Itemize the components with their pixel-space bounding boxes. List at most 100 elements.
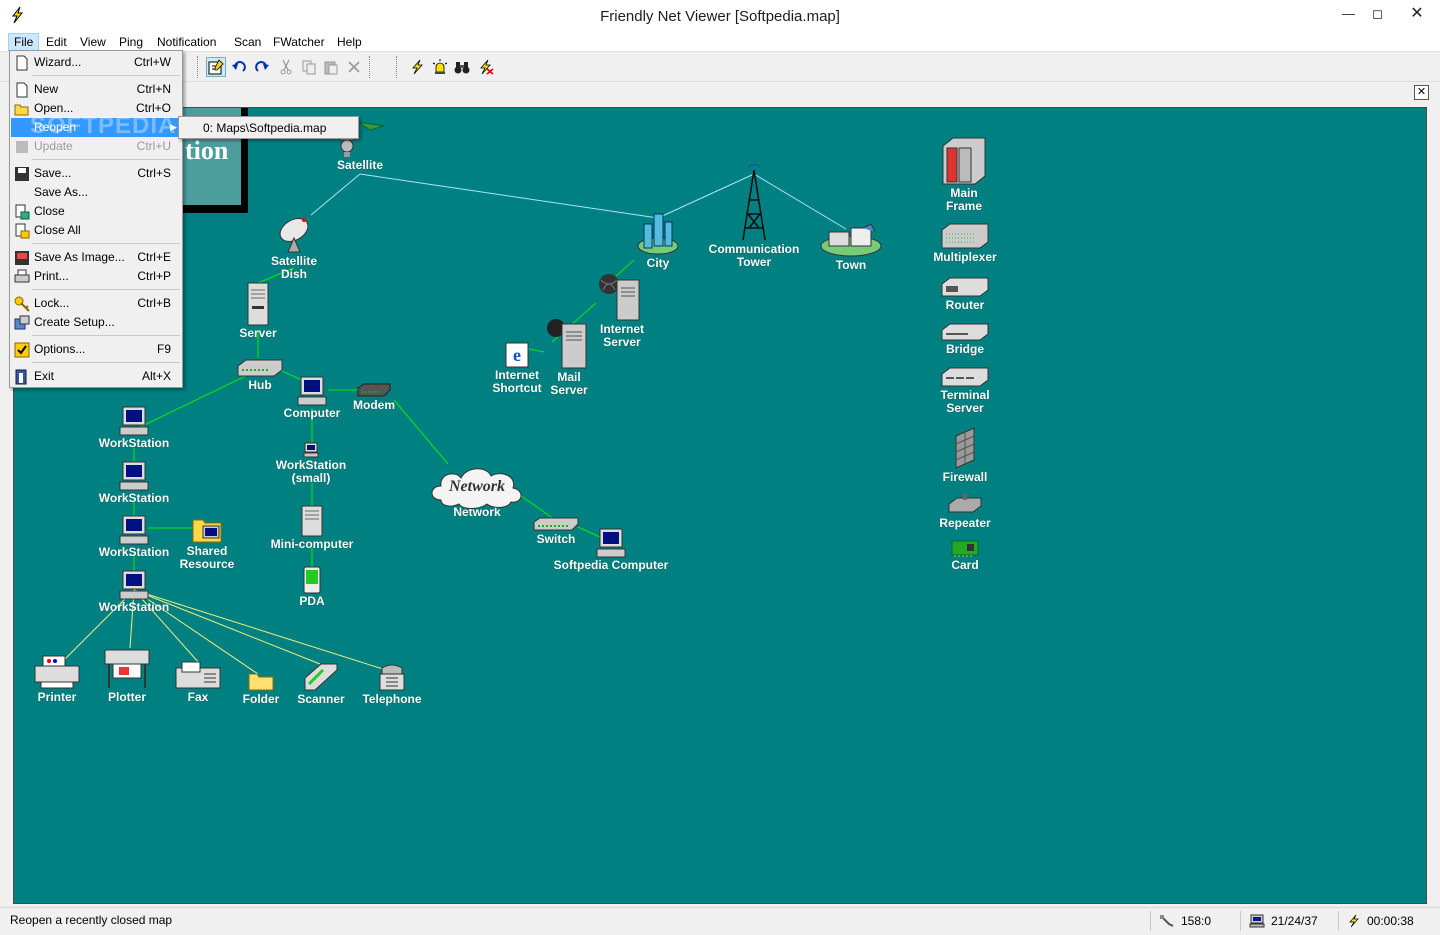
copy-icon[interactable] xyxy=(299,57,319,77)
menu-close[interactable]: Close xyxy=(11,202,181,221)
modem-icon xyxy=(357,383,391,397)
node-repeater[interactable]: Repeater xyxy=(910,494,1020,530)
close-window-button[interactable]: ✕ xyxy=(1394,0,1440,29)
node-card[interactable]: Card xyxy=(910,540,1020,572)
node-firewall[interactable]: Firewall xyxy=(910,426,1020,484)
status-message: Reopen a recently closed map xyxy=(10,913,173,927)
node-satellite-dish[interactable]: Satellite Dish xyxy=(239,214,349,281)
menu-create-setup[interactable]: Create Setup... xyxy=(11,313,181,332)
menu-edit[interactable]: Edit xyxy=(41,33,72,51)
menu-lock[interactable]: Lock... Ctrl+B xyxy=(11,294,181,313)
node-label: Satellite xyxy=(336,158,384,172)
link-satellite-dish[interactable] xyxy=(310,173,361,216)
alarm-light-icon[interactable] xyxy=(430,57,450,77)
node-softpedia-computer[interactable]: Softpedia Computer xyxy=(541,528,681,572)
stop-ping-icon[interactable] xyxy=(476,57,496,77)
node-terminal-server[interactable]: Terminal Server xyxy=(910,366,1020,415)
menu-view[interactable]: View xyxy=(75,33,111,51)
recent-map-item[interactable]: 0: Maps\Softpedia.map xyxy=(203,121,326,135)
node-workstation-4[interactable]: WorkStation xyxy=(79,570,189,614)
node-internet-shortcut[interactable]: e Internet Shortcut xyxy=(462,342,572,395)
workstation-icon xyxy=(119,570,149,600)
mainframe-icon xyxy=(942,137,986,185)
node-shared-resource[interactable]: Shared Resource xyxy=(152,514,262,571)
node-label: Internet Shortcut xyxy=(492,368,542,395)
node-network[interactable]: Network Network xyxy=(427,464,527,519)
minicomputer-icon xyxy=(301,505,323,537)
menu-exit[interactable]: Exit Alt+X xyxy=(11,367,181,386)
status-bar: Reopen a recently closed map 158:0 21/24… xyxy=(0,907,1440,935)
close-all-icon xyxy=(15,223,30,239)
node-label: Card xyxy=(951,558,979,572)
node-workstation-1[interactable]: WorkStation xyxy=(79,406,189,450)
node-multiplexer[interactable]: Multiplexer xyxy=(910,222,1020,264)
telephone-icon xyxy=(379,664,405,691)
close-map-button[interactable]: ✕ xyxy=(1414,85,1429,100)
wizard-icon xyxy=(16,55,28,71)
menu-new[interactable]: New Ctrl+N xyxy=(11,80,181,99)
timer-lightning-icon xyxy=(1349,914,1359,928)
hosts-computer-icon xyxy=(1249,914,1265,928)
menu-options[interactable]: Options... F9 xyxy=(11,340,181,359)
node-server[interactable]: Server xyxy=(203,282,313,340)
server-icon xyxy=(247,282,269,326)
hub-icon xyxy=(237,359,283,377)
menu-update[interactable]: Update Ctrl+U xyxy=(11,137,181,156)
paste-icon[interactable] xyxy=(321,57,341,77)
map-document-strip: ✕ xyxy=(0,83,1440,102)
menu-help[interactable]: Help xyxy=(332,33,367,51)
menu-save-as-image[interactable]: Save As Image... Ctrl+E xyxy=(11,248,181,267)
ping-lightning-icon[interactable] xyxy=(407,57,427,77)
node-town[interactable]: Town xyxy=(796,222,906,272)
menu-save-as[interactable]: Save As... xyxy=(11,183,181,202)
redo-icon[interactable] xyxy=(252,57,272,77)
menu-separator xyxy=(32,335,180,336)
menu-notification[interactable]: Notification xyxy=(152,33,221,51)
node-label: Town xyxy=(835,258,867,272)
menu-save[interactable]: Save... Ctrl+S xyxy=(11,164,181,183)
menu-print[interactable]: Print... Ctrl+P xyxy=(11,267,181,286)
node-workstation-small[interactable]: WorkStation (small) xyxy=(256,442,366,485)
node-workstation-2[interactable]: WorkStation xyxy=(79,461,189,505)
file-menu-dropdown: Wizard... Ctrl+W New Ctrl+N Open... Ctrl+O … xyxy=(9,50,183,388)
undo-icon[interactable] xyxy=(229,57,249,77)
maximize-button[interactable]: ◻ xyxy=(1361,0,1394,29)
cut-icon[interactable] xyxy=(276,57,296,77)
node-mini-computer[interactable]: Mini-computer xyxy=(257,505,367,551)
delete-icon[interactable] xyxy=(344,57,364,77)
network-map-canvas[interactable]: tion Satellite Satellite Dish Server Hub… xyxy=(13,107,1427,904)
edit-mode-icon[interactable] xyxy=(206,57,226,77)
menu-reopen[interactable]: Reopen ▶ xyxy=(11,118,181,137)
node-label: Main Frame xyxy=(945,186,983,213)
node-label: Shared Resource xyxy=(179,544,235,571)
node-main-frame[interactable]: Main Frame xyxy=(909,136,1019,213)
terminal-server-icon xyxy=(941,367,989,387)
node-router[interactable]: Router xyxy=(910,276,1020,312)
node-bridge[interactable]: Bridge xyxy=(910,322,1020,356)
node-modem[interactable]: Modem xyxy=(319,382,429,412)
node-label: PDA xyxy=(299,594,325,608)
menu-open[interactable]: Open... Ctrl+O xyxy=(11,99,181,118)
binoculars-icon[interactable] xyxy=(452,57,472,77)
node-pda[interactable]: PDA xyxy=(257,566,367,608)
window-title: Friendly Net Viewer [Softpedia.map] xyxy=(600,8,840,25)
node-label: Terminal Server xyxy=(940,388,990,415)
menu-scan[interactable]: Scan xyxy=(229,33,266,51)
reopen-submenu: 0: Maps\Softpedia.map xyxy=(178,116,359,139)
status-timer: 00:00:38 xyxy=(1338,911,1440,931)
tower-icon xyxy=(742,164,766,241)
computer-icon xyxy=(596,528,626,558)
menu-separator xyxy=(32,159,180,160)
setup-icon xyxy=(14,315,30,330)
menu-wizard[interactable]: Wizard... Ctrl+W xyxy=(11,53,181,72)
menu-ping[interactable]: Ping xyxy=(114,33,148,51)
node-telephone[interactable]: Telephone xyxy=(337,664,447,706)
node-label: Multiplexer xyxy=(933,250,997,264)
router-icon xyxy=(941,277,989,297)
timer-value: 00:00:38 xyxy=(1367,914,1414,928)
menu-fwatcher[interactable]: FWatcher xyxy=(268,33,330,51)
print-icon xyxy=(14,269,30,283)
menu-file[interactable]: File xyxy=(8,33,40,51)
menu-close-all[interactable]: Close All xyxy=(11,221,181,240)
options-icon xyxy=(14,342,30,358)
